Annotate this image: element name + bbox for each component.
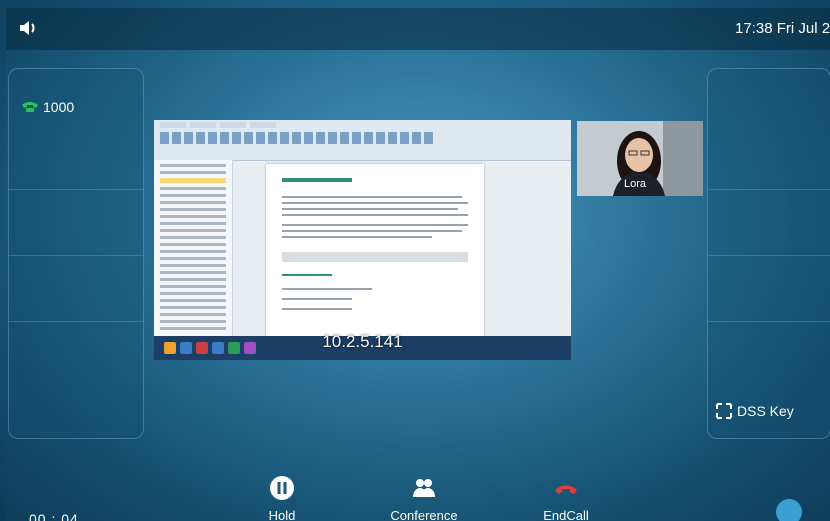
shared-ribbon <box>154 120 571 161</box>
line-key-1000[interactable]: 1000 <box>21 99 74 115</box>
dss-key-label: DSS Key <box>737 403 794 419</box>
menu-button[interactable] <box>776 499 802 521</box>
conference-button[interactable]: Conference <box>374 475 474 521</box>
left-panel: 1000 <box>8 68 144 439</box>
main-video-share: 10.2.5.141 <box>154 120 571 360</box>
conference-label: Conference <box>390 508 458 521</box>
ip-address-label: 10.2.5.141 <box>322 332 403 351</box>
line-number: 1000 <box>43 99 75 115</box>
call-timer: 00 : 04 <box>29 511 79 521</box>
green-phone-icon <box>22 102 38 112</box>
end-call-icon <box>555 485 577 494</box>
end-call-label: EndCall <box>543 508 589 521</box>
dss-key-button[interactable]: DSS Key <box>716 403 794 419</box>
participant-name: Lora <box>624 178 647 190</box>
speaker-icon[interactable] <box>18 19 40 37</box>
clock: 17:38 Fri Jul 22 <box>735 20 830 37</box>
right-panel: DSS Key <box>707 68 830 439</box>
expand-icon <box>716 403 732 419</box>
hold-label: Hold <box>268 508 296 521</box>
end-call-button[interactable]: EndCall <box>516 475 616 521</box>
pip-video[interactable]: Lora <box>577 121 703 196</box>
phone-screen: 17:38 Fri Jul 22 1000 DSS Key 10.2.5.141… <box>6 8 830 521</box>
shared-nav-pane <box>154 160 233 336</box>
shared-document-page <box>266 164 484 340</box>
status-bar: 17:38 Fri Jul 22 <box>6 8 830 50</box>
hold-button[interactable]: Hold <box>232 475 332 521</box>
conference-icon <box>413 479 435 497</box>
pause-icon <box>270 476 294 500</box>
